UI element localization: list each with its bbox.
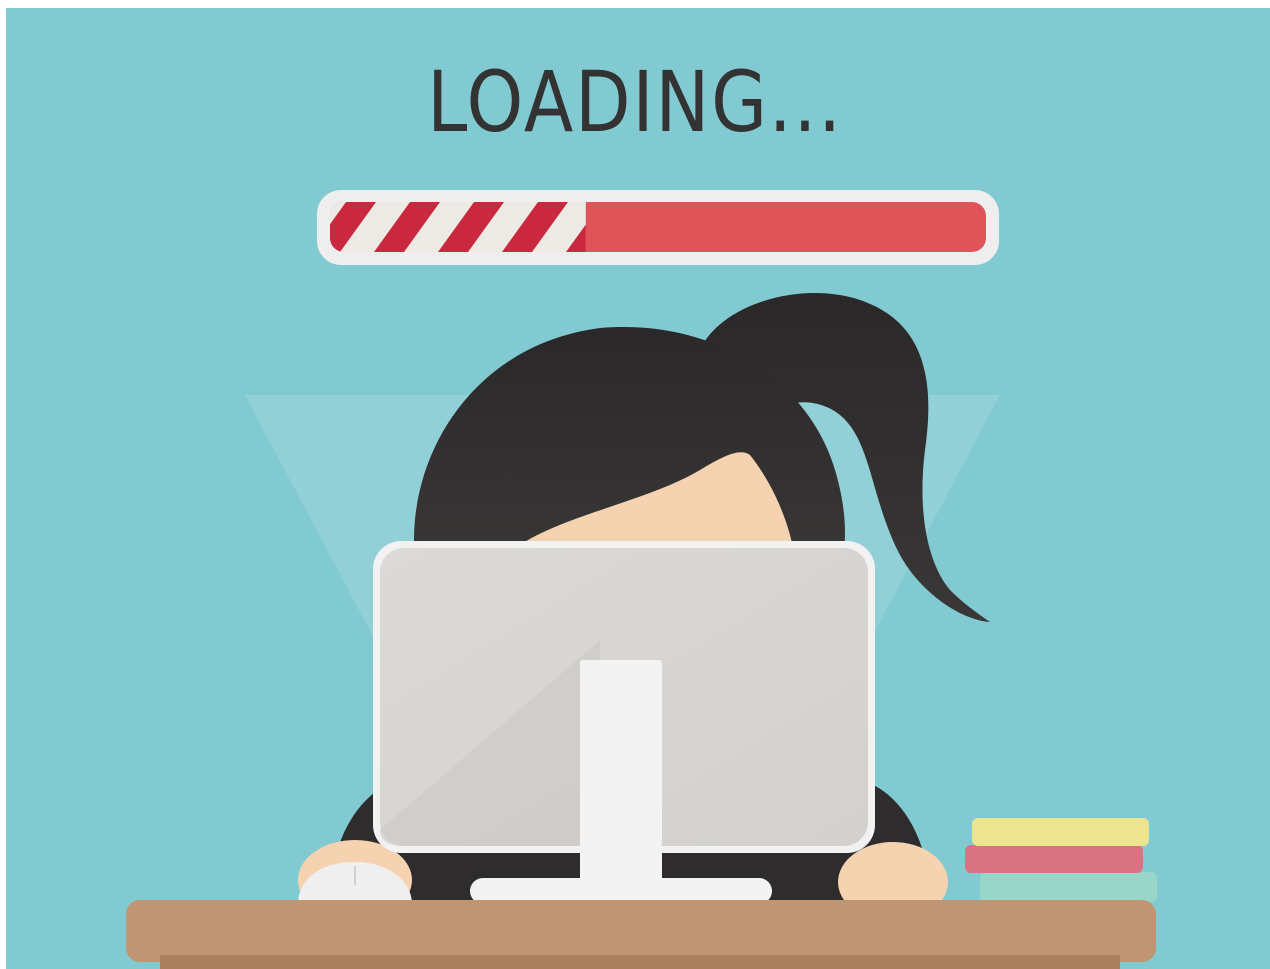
progress-bar-fill <box>330 202 586 252</box>
book-teal <box>980 872 1157 902</box>
desk <box>126 900 1156 962</box>
progress-bar <box>317 190 999 265</box>
loading-title: LOADING... <box>427 53 843 151</box>
book-pink <box>965 845 1143 873</box>
loading-illustration: LOADING... <box>0 0 1270 969</box>
book-stack <box>965 818 1157 902</box>
monitor <box>373 541 875 904</box>
desk-front-edge <box>160 955 1120 969</box>
monitor-stand <box>580 660 662 885</box>
book-yellow <box>972 818 1149 846</box>
